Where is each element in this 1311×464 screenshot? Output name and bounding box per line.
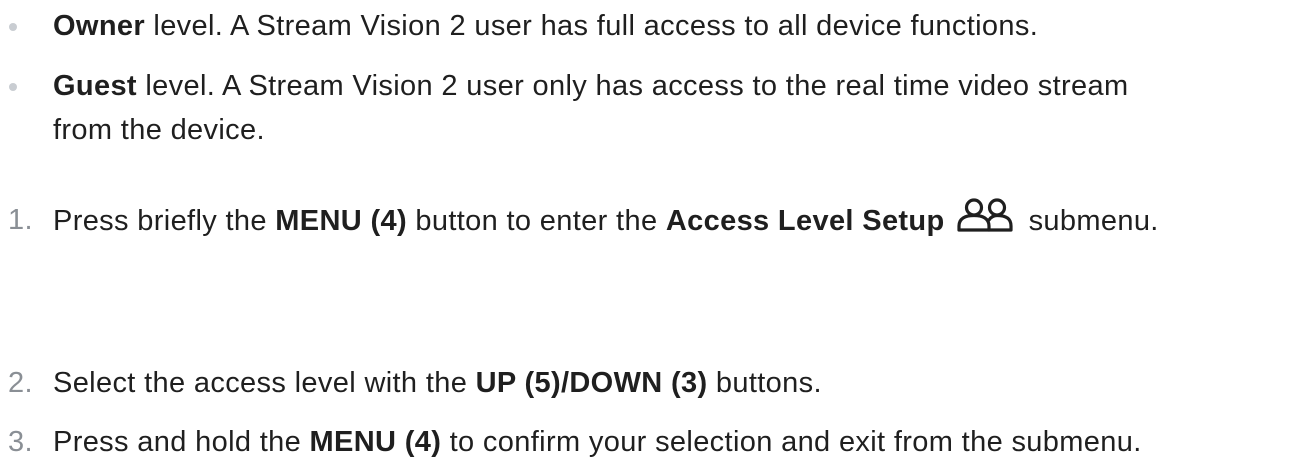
step-text: Press briefly the MENU (4) button to ent…	[53, 198, 1307, 243]
step-number: 1.	[8, 204, 33, 236]
step-text-part: Press briefly the	[53, 205, 276, 237]
step-number: 3.	[8, 426, 33, 458]
bullet-marker	[9, 23, 17, 31]
step-text: Select the access level with the UP (5)/…	[53, 361, 1307, 405]
step-number: 2.	[8, 367, 33, 399]
access-level-setup-ref: Access Level Setup	[665, 205, 945, 237]
bullet-bold-term: Guest	[53, 70, 137, 102]
step-text-part: buttons.	[707, 367, 822, 399]
bullet-description: level. A Stream Vision 2 user has full a…	[145, 10, 1039, 42]
step-text-part: button to enter the	[406, 205, 666, 237]
bullet-line-1: Guest level. A Stream Vision 2 user only…	[53, 64, 1307, 108]
step-text-part: Press and hold the	[53, 426, 310, 458]
step-text-part: submenu.	[1028, 205, 1159, 237]
menu-button-ref: MENU (4)	[309, 426, 442, 458]
bullet-text: Owner level. A Stream Vision 2 user has …	[53, 4, 1307, 48]
users-icon	[955, 198, 1015, 238]
step-text-part: to confirm your selection and exit from …	[441, 426, 1142, 458]
bullet-text: Guest level. A Stream Vision 2 user only…	[53, 64, 1307, 152]
up-down-button-ref: UP (5)/DOWN (3)	[475, 367, 708, 399]
bullet-bold-term: Owner	[53, 10, 145, 42]
step-text: Press and hold the MENU (4) to confirm y…	[53, 420, 1307, 464]
menu-button-ref: MENU (4)	[275, 205, 407, 237]
step-text-part: Select the access level with the	[53, 367, 476, 399]
bullet-description: level. A Stream Vision 2 user only has a…	[136, 70, 1129, 102]
bullet-marker	[9, 83, 17, 91]
bullet-line-2: from the device.	[53, 114, 265, 146]
